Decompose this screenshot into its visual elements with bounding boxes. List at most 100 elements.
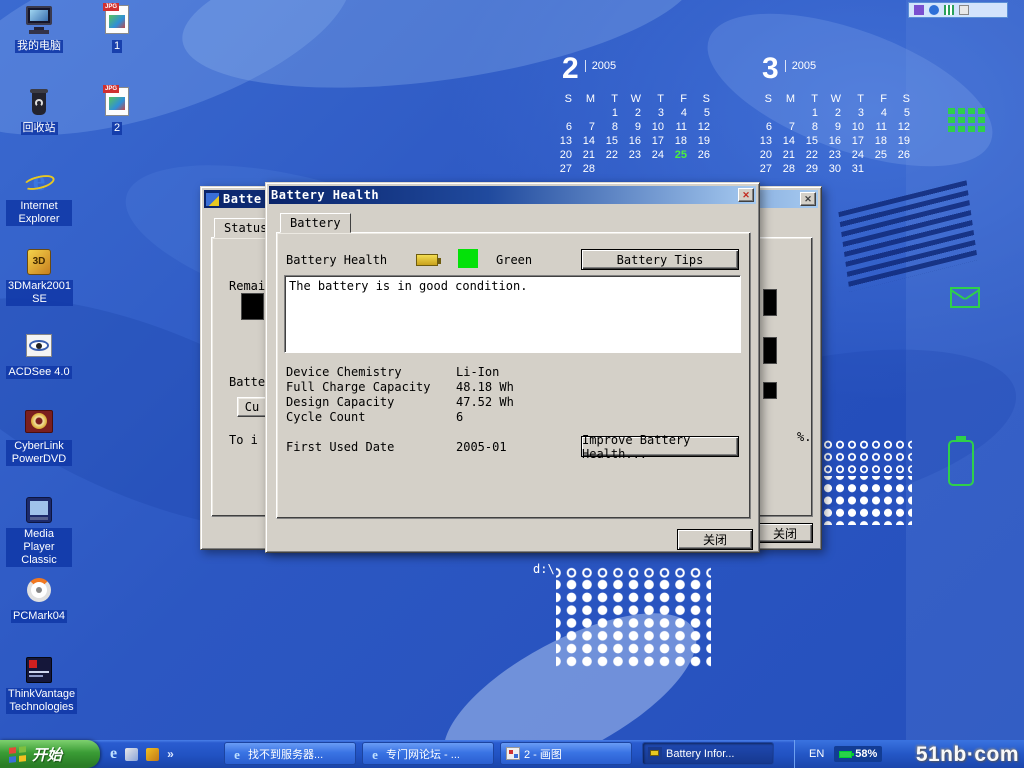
desktop-file-2[interactable]: JPG 2 (94, 86, 140, 136)
desktop-icon-powerdvd[interactable]: CyberLink PowerDVD (6, 406, 72, 467)
calendar-day: 18 (671, 135, 694, 148)
desktop-icon-internet-explorer[interactable]: e Internet Explorer (6, 166, 72, 227)
calendar-day: 13 (756, 135, 779, 148)
calendar-day: 11 (671, 121, 694, 134)
desktop: d:\ 2 2005 SMTWTFS1234567891011121314151… (0, 0, 1024, 740)
calendar-day: 27 (556, 163, 579, 176)
notes-icon[interactable] (959, 5, 969, 15)
calendar-day: 15 (802, 135, 825, 148)
calendar-day: 30 (825, 163, 848, 176)
calendar-day: 17 (848, 135, 871, 148)
desktop-icon-label: Media Player Classic (6, 528, 72, 567)
condition-text: The battery is in good condition. (289, 279, 527, 293)
calendar-day (756, 107, 779, 120)
close-icon[interactable] (800, 192, 816, 206)
calendar-day (579, 107, 602, 120)
calendar-day: 26 (894, 149, 917, 162)
window-icon (206, 193, 219, 206)
battery-graphic-icon (948, 440, 974, 486)
desktop-icon-my-computer[interactable]: 我的电脑 (6, 4, 72, 54)
calendar-day: 25 (671, 149, 694, 162)
taskbar: 开始 e » e 找不到服务器... e 专门网论坛 - ... 2 - 画图 … (0, 740, 1024, 768)
calendar-day: 27 (756, 163, 779, 176)
jpg-file-icon: JPG (105, 87, 129, 116)
ie-quicklaunch-icon[interactable]: e (110, 745, 117, 763)
button-label: Improve Battery Health... (582, 433, 738, 461)
first-used-value: 2005-01 (456, 440, 507, 454)
calendar-day-header: M (779, 93, 802, 106)
button-label: Battery Tips (617, 253, 704, 267)
desktop-icon-pcmark04[interactable]: PCMark04 (6, 574, 72, 624)
task-button-forum[interactable]: e 专门网论坛 - ... (362, 742, 494, 765)
start-button[interactable]: 开始 (0, 740, 100, 768)
acdsee-icon (23, 330, 55, 362)
calendar-day: 8 (802, 121, 825, 134)
calendar-day-header: T (648, 93, 671, 106)
desktop-icon-acdsee[interactable]: ACDSee 4.0 (6, 330, 72, 380)
calendar-day: 21 (779, 149, 802, 162)
calendar-day-header: S (556, 93, 579, 106)
desktop-icon-label: CyberLink PowerDVD (6, 440, 72, 466)
calendar-day (694, 163, 717, 176)
media-player-quicklaunch-icon[interactable] (125, 748, 138, 761)
title-bar[interactable]: Battery Health (269, 186, 756, 204)
button-label: 关闭 (703, 531, 727, 548)
desktop-icon-recycle-bin[interactable]: 回收站 (6, 86, 72, 136)
battery-tray-indicator[interactable]: 58% (834, 746, 882, 762)
desktop-icon-media-player-classic[interactable]: Media Player Classic (6, 494, 72, 568)
field-value: Li-Ion (456, 365, 499, 379)
field-label: Design Capacity (286, 395, 394, 409)
folder-quicklaunch-icon[interactable] (146, 748, 159, 761)
quick-launch: e » (104, 740, 220, 768)
calendar-day: 12 (894, 121, 917, 134)
close-button[interactable]: 关闭 (757, 523, 813, 543)
condition-textbox[interactable]: The battery is in good condition. (284, 275, 741, 353)
status-color-swatch (458, 249, 478, 268)
calendar-day: 18 (871, 135, 894, 148)
volume-icon[interactable] (914, 5, 924, 15)
power-icon[interactable] (944, 5, 954, 15)
tab-label: Battery (290, 216, 341, 230)
desktop-icon-thinkvantage[interactable]: ThinkVantage Technologies (6, 654, 72, 715)
close-icon[interactable] (738, 188, 754, 202)
calendar-day-header: M (579, 93, 602, 106)
calendar-month-number: 3 (762, 54, 779, 84)
calendar-day (779, 107, 802, 120)
task-label: 找不到服务器... (248, 746, 323, 762)
task-button-paint[interactable]: 2 - 画图 (500, 742, 632, 765)
field-label: Device Chemistry (286, 365, 402, 379)
current-button-fragment[interactable]: Cu (237, 397, 267, 417)
calendar-day: 26 (694, 149, 717, 162)
jpg-file-icon: JPG (105, 5, 129, 34)
calendar-day: 4 (671, 107, 694, 120)
field-value: 6 (456, 410, 463, 424)
close-button[interactable]: 关闭 (677, 529, 753, 550)
field-value: 47.52 Wh (456, 395, 514, 409)
calendar-day-header: W (625, 93, 648, 106)
calendar-day: 31 (848, 163, 871, 176)
window-title: Batte (223, 192, 262, 206)
mail-icon (950, 287, 980, 308)
chevron-icon[interactable]: » (167, 747, 174, 761)
battery-small-icon (416, 254, 438, 266)
paint-icon (506, 747, 520, 760)
improve-battery-health-button[interactable]: Improve Battery Health... (581, 436, 739, 457)
calendar-february: 2 2005 SMTWTFS12345678910111213141516171… (556, 54, 720, 176)
task-label: 2 - 画图 (524, 746, 562, 762)
calendar-day: 28 (579, 163, 602, 176)
desktop-icon-label: ThinkVantage Technologies (6, 688, 77, 714)
language-indicator[interactable]: EN (809, 748, 824, 760)
task-button-battery-information[interactable]: Battery Infor... (642, 742, 774, 765)
desktop-icon-3dmark2001[interactable]: 3D 3DMark2001 SE (6, 246, 72, 307)
task-button-server-not-found[interactable]: e 找不到服务器... (224, 742, 356, 765)
desktop-file-1[interactable]: JPG 1 (94, 4, 140, 54)
calendar-day: 15 (602, 135, 625, 148)
calendar-day: 13 (556, 135, 579, 148)
calendar-day: 20 (756, 149, 779, 162)
display-icon[interactable] (929, 5, 939, 15)
calendar-day: 16 (625, 135, 648, 148)
calendar-grid: SMTWTFS123456789101112131415161718192021… (556, 93, 720, 176)
calendar-day: 14 (779, 135, 802, 148)
tab-battery[interactable]: Battery (280, 213, 351, 233)
battery-tips-button[interactable]: Battery Tips (581, 249, 739, 270)
